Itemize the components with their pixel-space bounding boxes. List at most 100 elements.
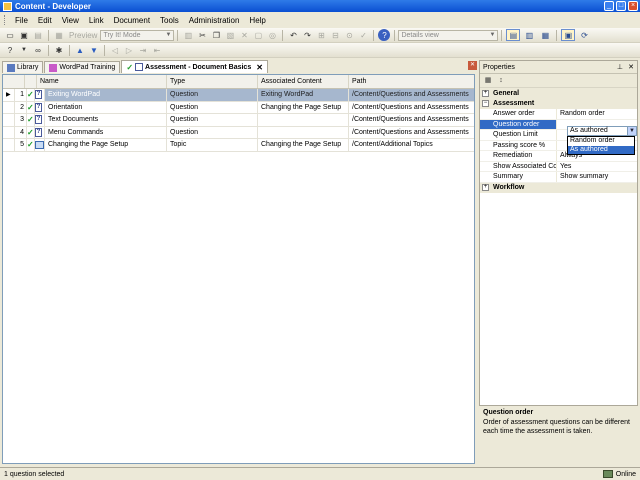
find-icon[interactable]: ◎ xyxy=(266,29,278,41)
option-random-order[interactable]: Random order xyxy=(568,137,634,146)
table-row[interactable]: 3 ✓ ? Text Documents Question /Content/Q… xyxy=(3,114,474,127)
open-folder-icon[interactable]: ▭ xyxy=(4,29,16,41)
binoculars-icon[interactable]: ⊙ xyxy=(343,29,355,41)
check-icon: ✓ xyxy=(27,139,35,151)
expand-icon[interactable]: + xyxy=(482,184,489,192)
redo-icon[interactable]: ↷ xyxy=(301,29,313,41)
category-workflow[interactable]: + Workflow xyxy=(480,182,637,193)
menu-edit[interactable]: Edit xyxy=(33,16,57,25)
property-summary[interactable]: Summary Show summary xyxy=(480,172,637,183)
row-name: Text Documents xyxy=(45,114,167,126)
menu-bar: File Edit View Link Document Tools Admin… xyxy=(0,13,640,27)
assessment-icon xyxy=(135,63,144,71)
category-general-label: General xyxy=(493,89,520,97)
paste-icon[interactable]: ▧ xyxy=(224,29,236,41)
outdent-icon[interactable]: ⇤ xyxy=(151,44,163,56)
tab-library-label: Library xyxy=(17,64,39,71)
property-show-associated-content[interactable]: Show Associated Co... Yes xyxy=(480,161,637,172)
column-header-type[interactable]: Type xyxy=(167,75,258,88)
table-row[interactable]: 2 ✓ ? Orientation Question Changing the … xyxy=(3,101,474,114)
property-value[interactable]: Yes xyxy=(557,162,637,172)
link-icon[interactable]: ∞ xyxy=(32,44,44,56)
expand-icon[interactable]: ⊞ xyxy=(315,29,327,41)
table-row[interactable]: ▶ 1 ✓ ? Exiting WordPad Question Exiting… xyxy=(3,89,474,102)
row-name: Orientation xyxy=(45,101,167,113)
menu-file[interactable]: File xyxy=(10,16,33,25)
menu-document[interactable]: Document xyxy=(109,16,155,25)
collapse-icon[interactable]: ⊟ xyxy=(329,29,341,41)
tab-assessment-document-basics[interactable]: ✓ Assessment - Document Basics ✕ xyxy=(121,60,268,73)
menu-help[interactable]: Help xyxy=(244,16,270,25)
standard-toolbar: ▭ ▣ ▤ ▦ Preview Try It! Mode ▼ ▥ ✂ ❐ ▧ ✕… xyxy=(0,28,640,43)
spell-icon[interactable]: ✓ xyxy=(357,29,369,41)
question-order-options: Random order As authored xyxy=(567,136,635,155)
tab-library[interactable]: Library xyxy=(2,61,44,73)
indent-icon[interactable]: ⇥ xyxy=(137,44,149,56)
chevron-down-icon[interactable]: ▼ xyxy=(627,127,636,135)
help-icon[interactable]: ? xyxy=(378,29,391,41)
move-up-icon[interactable]: ▲ xyxy=(74,44,86,56)
layout-columns-icon[interactable]: ▦ xyxy=(538,29,552,41)
column-header-associated-content[interactable]: Associated Content xyxy=(258,75,349,88)
close-window-button[interactable]: × xyxy=(628,1,638,11)
menu-administration[interactable]: Administration xyxy=(184,16,245,25)
menu-view[interactable]: View xyxy=(57,16,84,25)
question-order-select-value: As authored xyxy=(570,127,608,134)
preview-icon[interactable]: ▦ xyxy=(53,29,65,41)
layout-split-icon[interactable]: ▥ xyxy=(522,29,536,41)
row-indicator-icon: ▶ xyxy=(3,89,15,101)
print-icon[interactable]: ▥ xyxy=(182,29,194,41)
row-number: 5 xyxy=(15,139,27,151)
copy-icon[interactable]: ❐ xyxy=(210,29,222,41)
move-down-icon[interactable]: ▼ xyxy=(88,44,100,56)
properties-pane-icon[interactable]: ▣ xyxy=(561,29,576,41)
category-general[interactable]: + General xyxy=(480,88,637,99)
row-number: 2 xyxy=(15,101,27,113)
table-row[interactable]: 4 ✓ ? Menu Commands Question /Content/Qu… xyxy=(3,126,474,139)
categorized-icon[interactable]: ▦ xyxy=(483,76,493,86)
question-icon: ? xyxy=(35,101,45,113)
tab-wordpad-training[interactable]: WordPad Training xyxy=(44,61,121,73)
promote-icon[interactable]: ◁ xyxy=(109,44,121,56)
table-row[interactable]: 5 ✓ Changing the Page Setup Topic Changi… xyxy=(3,139,474,152)
layout-full-icon[interactable]: ▤ xyxy=(506,29,521,41)
category-assessment[interactable]: − Assessment xyxy=(480,98,637,109)
mode-combo[interactable]: Try It! Mode ▼ xyxy=(100,29,175,41)
row-path: /Content/Questions and Assessments xyxy=(352,116,469,124)
cut-icon[interactable]: ✂ xyxy=(196,29,208,41)
view-combo[interactable]: Details view ▼ xyxy=(398,29,499,41)
collapse-icon[interactable]: − xyxy=(482,100,489,108)
property-value[interactable]: Random order xyxy=(557,109,637,119)
properties-icon[interactable]: ▢ xyxy=(252,29,264,41)
title-bar: Content - Developer _ □ × xyxy=(0,0,640,12)
property-answer-order[interactable]: Answer order Random order xyxy=(480,109,637,120)
demote-icon[interactable]: ▷ xyxy=(123,44,135,56)
save-icon[interactable]: ▣ xyxy=(18,29,30,41)
column-header-path[interactable]: Path xyxy=(349,75,474,88)
maximize-button[interactable]: □ xyxy=(616,1,626,11)
refresh-icon[interactable]: ⟳ xyxy=(577,29,591,41)
sort-alphabetical-icon[interactable]: ↕ xyxy=(496,76,506,86)
menu-link[interactable]: Link xyxy=(84,16,109,25)
question-order-select[interactable]: As authored ▼ xyxy=(567,126,637,136)
preview-button[interactable]: Preview xyxy=(66,31,100,40)
close-icon[interactable]: ✕ xyxy=(628,63,634,71)
expand-icon[interactable]: + xyxy=(482,89,489,97)
undo-icon[interactable]: ↶ xyxy=(287,29,299,41)
check-icon: ✓ xyxy=(27,101,35,113)
properties-toolbar: ▦ ↕ xyxy=(480,74,637,88)
settings-icon[interactable]: ✱ xyxy=(53,44,65,56)
insert-question-icon[interactable]: ? xyxy=(4,44,16,56)
properties-title-bar: Properties ⊥ ✕ xyxy=(480,61,637,74)
publish-icon[interactable]: ▤ xyxy=(32,29,44,41)
close-document-icon[interactable]: ✕ xyxy=(468,61,477,70)
property-value[interactable]: Show summary xyxy=(557,172,637,182)
chevron-down-icon[interactable]: ▼ xyxy=(18,44,30,56)
close-tab-icon[interactable]: ✕ xyxy=(256,63,263,72)
option-as-authored[interactable]: As authored xyxy=(568,145,634,154)
pin-icon[interactable]: ⊥ xyxy=(617,63,623,71)
menu-tools[interactable]: Tools xyxy=(155,16,184,25)
column-header-name[interactable]: Name xyxy=(37,75,167,88)
delete-icon[interactable]: ✕ xyxy=(238,29,250,41)
minimize-button[interactable]: _ xyxy=(604,1,614,11)
